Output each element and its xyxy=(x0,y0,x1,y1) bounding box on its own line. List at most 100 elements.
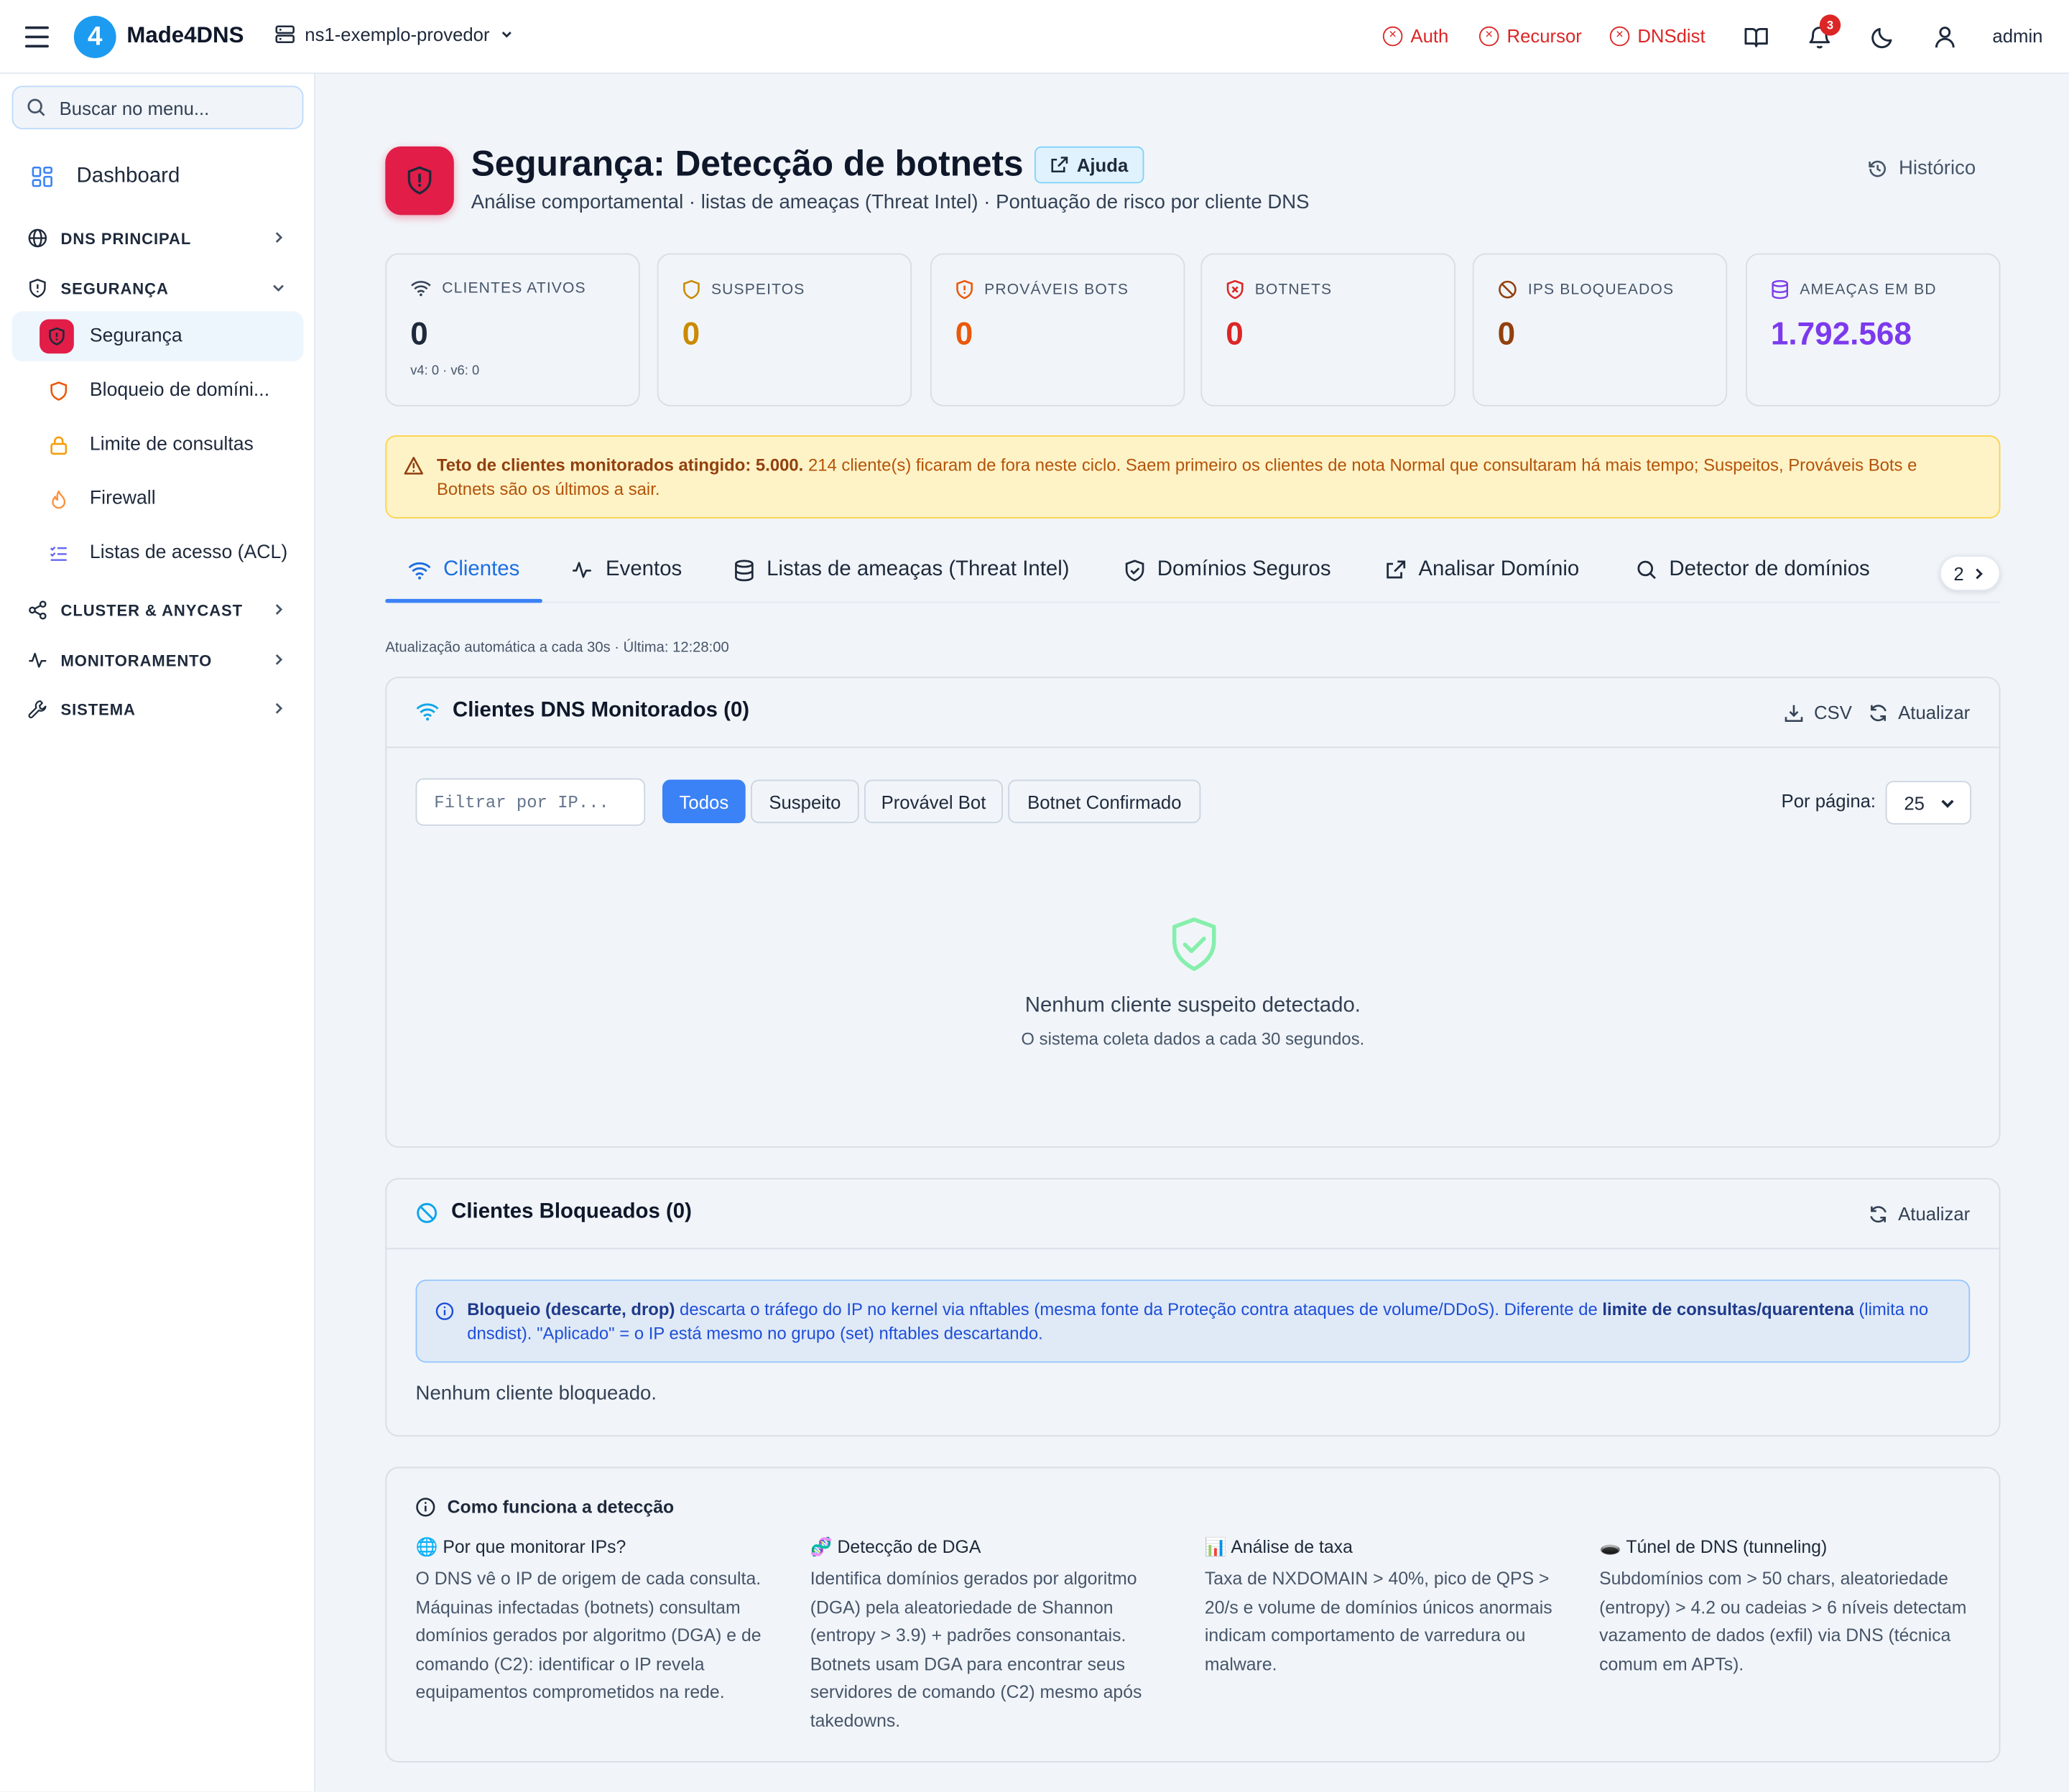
chevron-right-icon xyxy=(275,654,283,665)
refresh-icon[interactable] xyxy=(1868,1204,1888,1224)
shield-x-icon xyxy=(1226,279,1244,300)
share-nodes-icon xyxy=(29,600,47,620)
card-title: Clientes Bloqueados (0) xyxy=(451,1200,692,1223)
stat-active-clients: CLIENTES ATIVOS 0 v4: 0 · v6: 0 xyxy=(385,253,640,407)
service-status-recursor[interactable]: × Recursor xyxy=(1478,25,1582,46)
card-title: Clientes DNS Monitorados (0) xyxy=(452,699,750,722)
tab-bar: Clientes Eventos Listas de ameaças (Thre… xyxy=(385,544,2001,603)
chevron-right-icon xyxy=(1976,567,1984,579)
activity-icon xyxy=(573,562,591,578)
filter-chip-probable-bot[interactable]: Provável Bot xyxy=(864,779,1003,824)
server-icon xyxy=(275,25,295,44)
ban-icon xyxy=(417,1202,438,1222)
filter-chip-suspect[interactable]: Suspeito xyxy=(751,779,859,824)
sidebar-section-security[interactable]: SEGURANÇA xyxy=(28,279,287,299)
empty-state-subtitle: O sistema coleta dados a cada 30 segundo… xyxy=(1021,1029,1365,1049)
lock-icon xyxy=(50,435,68,455)
tab-safe-domains[interactable]: Domínios Seguros xyxy=(1124,558,1331,582)
activity-icon xyxy=(29,652,47,668)
server-name: ns1-exemplo-provedor xyxy=(305,24,490,45)
shield-check-icon xyxy=(1172,917,1216,971)
sidebar-search-input[interactable] xyxy=(59,96,284,119)
tab-analyze-domain[interactable]: Analisar Domínio xyxy=(1386,558,1579,582)
brand-logo[interactable]: 4 xyxy=(73,16,116,58)
shield-check-icon xyxy=(1125,559,1144,581)
refresh-icon[interactable] xyxy=(1868,702,1888,723)
ip-filter-input[interactable] xyxy=(415,778,646,826)
blocked-clients-card: Clientes Bloqueados (0) Atualizar Bloque… xyxy=(385,1178,2001,1437)
wifi-icon xyxy=(408,562,431,579)
refresh-button[interactable]: Atualizar xyxy=(1898,702,1970,723)
globe-emoji-icon: 🌐 xyxy=(415,1536,438,1557)
download-icon[interactable] xyxy=(1784,702,1804,723)
filter-chip-botnet-confirmed[interactable]: Botnet Confirmado xyxy=(1008,779,1201,824)
external-link-icon xyxy=(1051,157,1068,173)
no-blocked-clients: Nenhum cliente bloqueado. xyxy=(415,1382,657,1406)
chevron-down-icon xyxy=(1941,799,1954,808)
filter-chip-all[interactable]: Todos xyxy=(662,779,746,824)
shield-alert-icon xyxy=(956,279,973,300)
sidebar-item-firewall[interactable]: Firewall xyxy=(12,473,304,524)
globe-icon xyxy=(28,228,47,248)
sidebar-item-security[interactable]: Segurança xyxy=(11,311,304,362)
sidebar-item-dashboard[interactable]: Dashboard xyxy=(32,165,180,189)
section-title: Como funciona a detecção xyxy=(447,1497,675,1518)
info-icon xyxy=(416,1498,435,1517)
page-subtitle: Análise comportamental · listas de ameaç… xyxy=(471,191,1310,214)
flame-icon xyxy=(52,490,66,509)
capacity-warning: Teto de clientes monitorados atingido: 5… xyxy=(385,435,2001,519)
sidebar-section-dns[interactable]: DNS PRINCIPAL xyxy=(28,228,287,249)
tab-domain-detector[interactable]: Detector de domínios xyxy=(1637,558,1870,582)
per-page-label: Por página: xyxy=(1781,790,1876,812)
sidebar-item-acl[interactable]: Listas de acesso (ACL) xyxy=(12,528,304,578)
page-title: Segurança: Detecção de botnets xyxy=(471,144,1024,184)
database-icon xyxy=(735,559,754,581)
stat-blocked-ips: IPS BLOQUEADOS 0 xyxy=(1472,253,1728,407)
shield-icon xyxy=(683,279,700,300)
help-button[interactable]: Ajuda xyxy=(1034,146,1144,184)
sidebar-section-monitoring[interactable]: MONITORAMENTO xyxy=(28,650,287,670)
sidebar-item-domain-block[interactable]: Bloqueio de domíni... xyxy=(12,366,304,416)
sidebar-item-rate-limit[interactable]: Limite de consultas xyxy=(12,419,304,470)
sidebar: Dashboard DNS PRINCIPAL SEGURANÇA Segura… xyxy=(0,73,315,1792)
tab-threat-intel[interactable]: Listas de ameaças (Threat Intel) xyxy=(733,558,1070,582)
database-icon xyxy=(1772,280,1789,300)
refresh-button[interactable]: Atualizar xyxy=(1898,1203,1970,1224)
tab-clients[interactable]: Clientes xyxy=(408,558,519,582)
per-page-select[interactable]: 25 xyxy=(1885,781,1972,825)
wrench-icon xyxy=(28,700,47,719)
moon-icon[interactable] xyxy=(1870,24,1897,50)
csv-export-button[interactable]: CSV xyxy=(1814,702,1852,723)
chart-emoji-icon: 📊 xyxy=(1204,1536,1227,1557)
service-status-auth[interactable]: × Auth xyxy=(1382,25,1448,46)
empty-state-title: Nenhum cliente suspeito detectado. xyxy=(1024,994,1361,1018)
search-icon xyxy=(27,98,45,116)
search-icon xyxy=(1637,560,1656,580)
sidebar-section-system[interactable]: SISTEMA xyxy=(28,699,287,719)
sidebar-section-cluster[interactable]: CLUSTER & ANYCAST xyxy=(28,600,287,621)
history-button[interactable]: Histórico xyxy=(1867,157,1976,180)
server-selector[interactable]: ns1-exemplo-provedor xyxy=(274,24,514,45)
block-info-alert: Bloqueio (descarte, drop) descarta o trá… xyxy=(415,1279,1971,1363)
brand-name[interactable]: Made4DNS xyxy=(126,22,244,49)
chevron-down-icon xyxy=(501,32,512,38)
hole-emoji-icon: 🕳️ xyxy=(1599,1536,1621,1557)
docs-book-icon[interactable] xyxy=(1743,24,1769,50)
user-icon[interactable] xyxy=(1932,24,1958,50)
top-bar: 4 Made4DNS ns1-exemplo-provedor × Auth × R… xyxy=(0,0,2069,74)
rate-limit-link[interactable]: limite de consultas/quarentena xyxy=(1602,1299,1853,1319)
chevron-right-icon xyxy=(275,604,283,615)
active-tab-indicator xyxy=(385,598,542,603)
how-it-works-card: Como funciona a detecção 🌐 Por que monit… xyxy=(385,1467,2001,1763)
tab-events[interactable]: Eventos xyxy=(570,558,682,582)
user-name[interactable]: admin xyxy=(1992,25,2042,46)
error-icon: × xyxy=(1478,25,1499,46)
shield-alert-icon xyxy=(40,319,74,354)
tabs-scroll-right-button[interactable]: 2 xyxy=(1939,555,2001,591)
chevron-right-icon xyxy=(275,232,283,243)
how-column-rate: 📊 Análise de taxa Taxa de NXDOMAIN > 40%… xyxy=(1204,1536,1552,1673)
service-status-dnsdist[interactable]: × DNSdist xyxy=(1609,25,1705,46)
wifi-icon xyxy=(411,281,431,297)
card-header: Clientes DNS Monitorados (0) CSV Atualiz… xyxy=(387,678,1999,748)
menu-icon[interactable] xyxy=(24,24,50,50)
